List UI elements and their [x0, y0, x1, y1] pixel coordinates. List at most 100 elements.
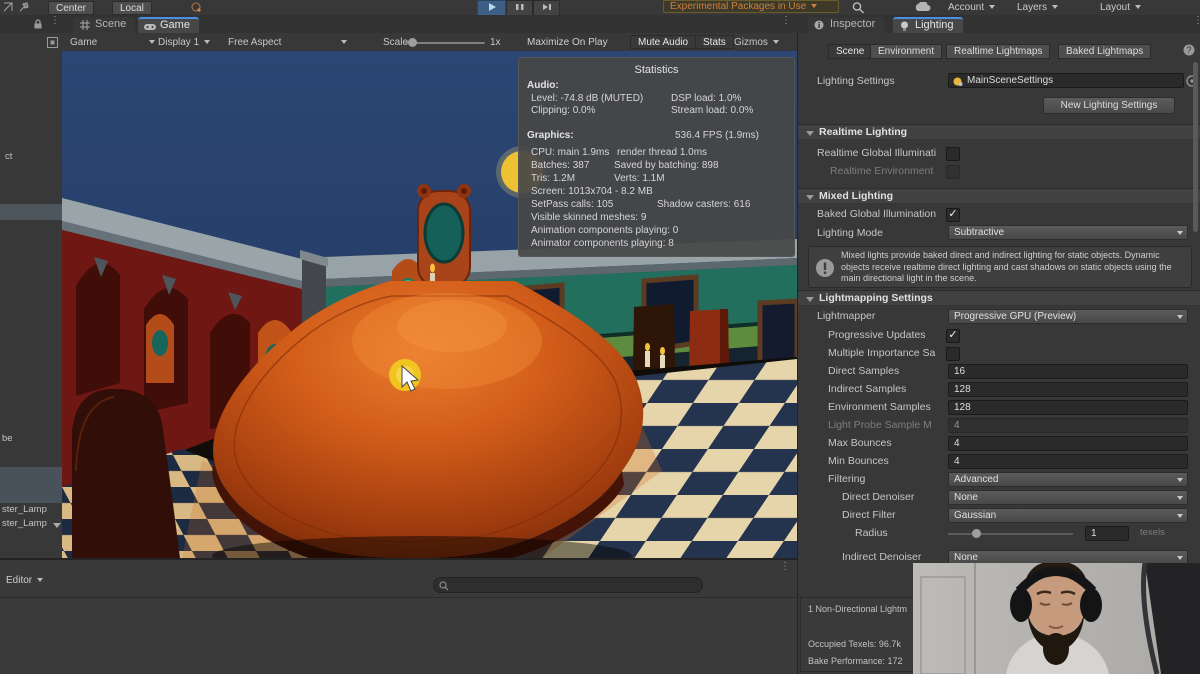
- new-lighting-settings-button[interactable]: New Lighting Settings: [1043, 97, 1175, 114]
- custom-tool-icon[interactable]: [18, 2, 30, 13]
- layout-dropdown[interactable]: Layout: [1100, 2, 1141, 13]
- realtime-gi-label: Realtime Global Illuminati: [817, 147, 936, 159]
- hierarchy-selected-block[interactable]: [0, 467, 62, 503]
- environment-samples-label: Environment Samples: [828, 401, 931, 413]
- tab-lighting[interactable]: Lighting: [893, 17, 963, 33]
- max-bounces-field[interactable]: 4: [948, 436, 1188, 451]
- light-probe-sample-field[interactable]: 4: [948, 418, 1188, 433]
- bake-line: 1 Non-Directional Lightm: [808, 604, 907, 614]
- game-panel-menu-icon[interactable]: ⋮: [781, 19, 785, 23]
- account-dropdown[interactable]: Account: [948, 2, 995, 13]
- hierarchy-selected-row[interactable]: [0, 204, 62, 220]
- environment-samples-field[interactable]: 128: [948, 400, 1188, 415]
- panel-scrollbar[interactable]: [1193, 62, 1198, 232]
- min-bounces-field[interactable]: 4: [948, 454, 1188, 469]
- game-controller-icon: [144, 23, 156, 31]
- graphics-section-label: Graphics:: [527, 130, 574, 141]
- section-realtime-lighting[interactable]: Realtime Lighting: [798, 124, 1200, 140]
- filtering-dropdown[interactable]: Advanced: [948, 472, 1188, 487]
- indirect-samples-field[interactable]: 128: [948, 382, 1188, 397]
- direct-samples-field[interactable]: 16: [948, 364, 1188, 379]
- search-icon[interactable]: [851, 1, 867, 14]
- mixed-lighting-helpbox: Mixed lights provide baked direct and in…: [808, 246, 1192, 288]
- game-mode-dropdown[interactable]: Game: [70, 37, 146, 48]
- chevron-down-icon: [1135, 5, 1141, 9]
- scale-slider[interactable]: [405, 42, 485, 44]
- pivot-local-button[interactable]: Local: [112, 1, 152, 15]
- stat-line: DSP load: 1.0%: [671, 93, 741, 104]
- lighting-tab-environment[interactable]: Environment: [870, 44, 942, 59]
- editor-dropdown[interactable]: Editor: [6, 575, 43, 586]
- lighting-settings-object-field[interactable]: MainSceneSettings: [948, 73, 1184, 88]
- hierarchy-item-lamp[interactable]: ster_Lamp: [2, 504, 64, 515]
- scene-grid-icon: [80, 20, 90, 30]
- multiple-importance-checkbox[interactable]: [946, 347, 960, 361]
- radius-slider[interactable]: [948, 533, 1073, 535]
- inspector-menu-icon[interactable]: ⋮: [1193, 19, 1197, 23]
- stat-line: render thread 1.0ms: [617, 147, 707, 158]
- stat-line: Animator components playing: 8: [531, 238, 674, 249]
- lightmapper-dropdown[interactable]: Progressive GPU (Preview): [948, 309, 1188, 324]
- cloud-collab-icon[interactable]: [912, 2, 936, 13]
- tab-scene[interactable]: Scene: [73, 17, 135, 33]
- chevron-down-icon: [773, 40, 779, 44]
- bake-line: Occupied Texels: 96.7k: [808, 639, 901, 649]
- scale-slider-knob[interactable]: [408, 38, 417, 47]
- layers-dropdown[interactable]: Layers: [1017, 2, 1058, 13]
- direct-denoiser-dropdown[interactable]: None: [948, 490, 1188, 505]
- snap-icon[interactable]: [190, 2, 203, 13]
- stat-line: Tris: 1.2M: [531, 173, 575, 184]
- indirect-samples-label: Indirect Samples: [828, 383, 906, 395]
- chevron-down-icon: [811, 4, 817, 8]
- audio-section-label: Audio:: [527, 80, 559, 91]
- maximize-on-play-button[interactable]: Maximize On Play: [527, 37, 608, 48]
- pause-button[interactable]: [506, 0, 533, 16]
- chevron-down-icon: [37, 578, 43, 582]
- display-dropdown[interactable]: Display 1: [158, 37, 210, 48]
- lighting-tab-scene[interactable]: Scene: [828, 44, 872, 59]
- radius-slider-knob[interactable]: [972, 529, 981, 538]
- progressive-updates-checkbox[interactable]: [946, 329, 960, 343]
- help-icon[interactable]: ?: [1183, 44, 1195, 56]
- gizmos-dropdown[interactable]: Gizmos: [734, 37, 779, 48]
- radius-field[interactable]: 1: [1085, 526, 1129, 541]
- baked-gi-checkbox[interactable]: [946, 208, 960, 222]
- lighting-tab-baked-lightmaps[interactable]: Baked Lightmaps: [1058, 44, 1151, 59]
- tab-inspector[interactable]: Inspector: [808, 17, 884, 33]
- bake-line: Bake Performance: 172: [808, 656, 903, 666]
- panel-menu-icon[interactable]: ⋮: [50, 19, 54, 23]
- chevron-down-icon: [1052, 5, 1058, 9]
- lightbulb-icon: [900, 21, 909, 32]
- transform-tool-icon[interactable]: [2, 2, 14, 13]
- pivot-center-button[interactable]: Center: [48, 1, 94, 15]
- section-mixed-lighting[interactable]: Mixed Lighting: [798, 188, 1200, 204]
- lighting-settings-label: Lighting Settings: [817, 75, 895, 87]
- console-search-input[interactable]: [433, 577, 703, 593]
- section-lightmapping-settings[interactable]: Lightmapping Settings: [798, 290, 1200, 306]
- lighting-asset-icon: [953, 77, 963, 86]
- chevron-down-icon[interactable]: [53, 523, 61, 529]
- aspect-dropdown[interactable]: Free Aspect: [228, 37, 362, 48]
- max-bounces-label: Max Bounces: [828, 437, 892, 449]
- lighting-tab-realtime-lightmaps[interactable]: Realtime Lightmaps: [946, 44, 1050, 59]
- mute-audio-button[interactable]: Mute Audio: [630, 35, 696, 49]
- console-panel: ⋮ Editor 0 0 0: [0, 558, 797, 674]
- lighting-mode-dropdown[interactable]: Subtractive: [948, 225, 1188, 240]
- console-menu-icon[interactable]: ⋮: [780, 565, 784, 569]
- hierarchy-item[interactable]: ct: [5, 151, 67, 162]
- step-button[interactable]: [533, 0, 560, 16]
- play-button[interactable]: [477, 0, 506, 16]
- realtime-gi-checkbox[interactable]: [946, 147, 960, 161]
- experimental-packages-dropdown[interactable]: Experimental Packages in Use: [663, 0, 839, 13]
- direct-filter-dropdown[interactable]: Gaussian: [948, 508, 1188, 523]
- direct-filter-label: Direct Filter: [842, 509, 896, 521]
- focus-icon[interactable]: [47, 37, 58, 48]
- stats-button[interactable]: Stats: [695, 35, 734, 49]
- chevron-down-icon: [341, 40, 347, 44]
- stat-line: Level: -74.8 dB (MUTED): [531, 93, 643, 104]
- console-log-area[interactable]: [0, 597, 797, 673]
- tab-game[interactable]: Game: [138, 17, 199, 33]
- stat-line: SetPass calls: 105: [531, 199, 613, 210]
- hierarchy-item[interactable]: be: [2, 433, 64, 444]
- realtime-environment-checkbox[interactable]: [946, 165, 960, 179]
